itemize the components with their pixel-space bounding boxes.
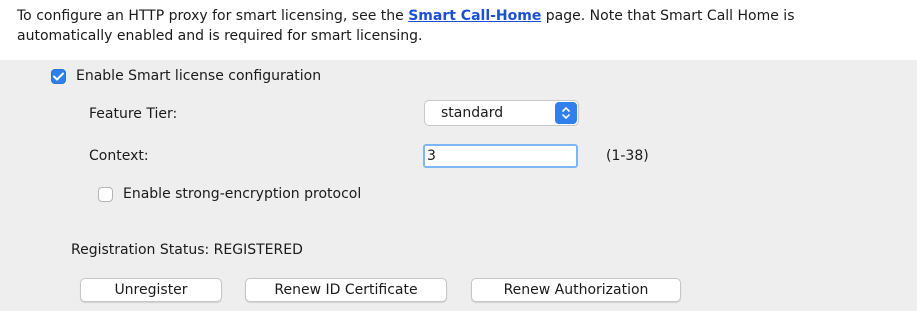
feature-tier-label: Feature Tier: [89,106,178,122]
enable-smart-license-checkbox[interactable]: Enable Smart license configuration [51,68,321,84]
intro-text-line2: automatically enabled and is required fo… [17,28,423,44]
smart-license-panel: To configure an HTTP proxy for smart lic… [0,0,917,311]
smart-call-home-link[interactable]: Smart Call-Home [408,8,541,24]
intro-text-after: page. Note that Smart Call Home is [541,8,795,24]
checkbox-checked[interactable] [51,68,66,84]
context-label: Context: [89,148,149,164]
feature-tier-select[interactable]: standard [424,100,579,126]
intro-text: To configure an HTTP proxy for smart lic… [17,6,917,46]
checkbox-unchecked[interactable] [98,186,113,202]
updown-chevron-icon [555,102,577,124]
intro-text-before: To configure an HTTP proxy for smart lic… [17,8,409,24]
strong-encryption-checkbox[interactable]: Enable strong-encryption protocol [98,186,361,202]
unregister-button[interactable]: Unregister [80,278,222,302]
renew-authorization-button[interactable]: Renew Authorization [471,278,681,302]
enable-smart-license-label: Enable Smart license configuration [76,68,322,84]
checkmark-icon [53,72,64,80]
context-input[interactable] [423,144,578,168]
strong-encryption-label: Enable strong-encryption protocol [123,186,362,202]
registration-status-label: Registration Status: [71,242,210,258]
context-range-hint: (1-38) [606,148,649,164]
renew-id-certificate-button[interactable]: Renew ID Certificate [245,278,447,302]
registration-status: Registration Status: REGISTERED [71,242,303,258]
registration-status-value: REGISTERED [213,242,303,258]
feature-tier-value: standard [441,105,504,121]
